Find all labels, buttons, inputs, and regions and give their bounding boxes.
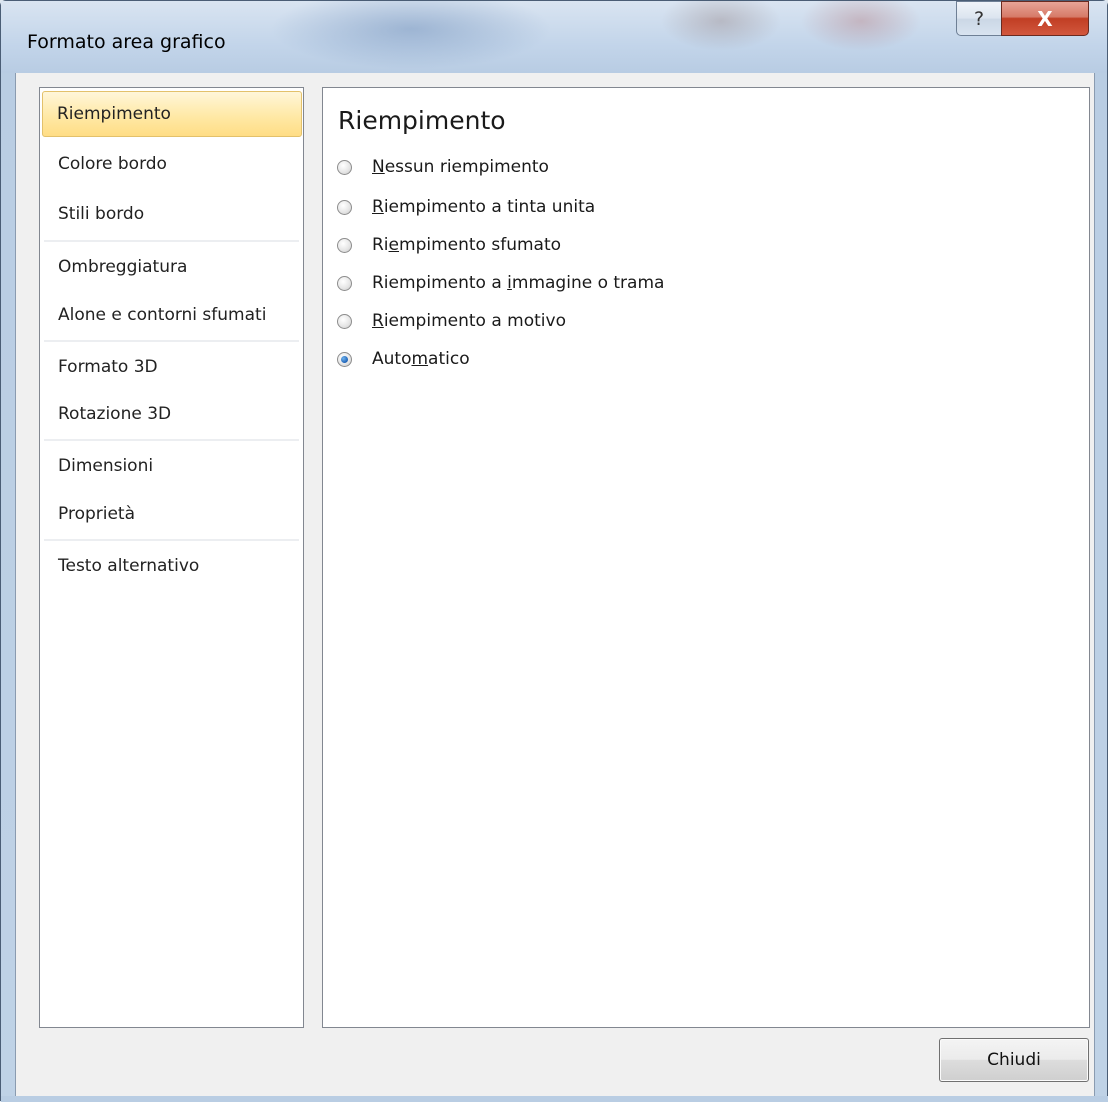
fill-option-gradient[interactable]: Riempimento sfumato [337,230,561,260]
fill-option-picture[interactable]: Riempimento a immagine o trama [337,268,664,298]
category-label: Stili bordo [58,204,145,224]
close-dialog-button[interactable]: Chiudi [939,1038,1089,1082]
category-divider [44,439,299,441]
fill-option-solid[interactable]: Riempimento a tinta unita [337,192,595,222]
category-item-formato-3d[interactable]: Formato 3D [44,344,301,390]
help-button[interactable]: ? [956,1,1002,36]
close-icon: X [1037,6,1053,31]
option-label: Automatico [372,349,470,369]
title-bar[interactable]: Formato area grafico ? X [1,1,1107,73]
fill-option-none[interactable]: Nessun riempimento [337,152,549,182]
category-item-ombreggiatura[interactable]: Ombreggiatura [44,244,301,290]
category-item-dimensioni[interactable]: Dimensioni [44,443,301,489]
category-label: Dimensioni [58,456,154,476]
help-icon: ? [973,7,985,30]
window-title: Formato area grafico [27,31,226,53]
category-label: Proprietà [58,504,136,524]
category-divider [44,539,299,541]
option-label: Riempimento a tinta unita [372,197,596,217]
category-label: Alone e contorni sfumati [58,305,267,325]
option-label: Riempimento sfumato [372,235,562,255]
category-label: Riempimento [57,104,171,124]
category-divider [44,240,299,242]
radio-button[interactable] [337,159,352,175]
category-label: Colore bordo [58,154,167,174]
fill-option-automatic[interactable]: Automatico [337,344,470,374]
window-bottom-edge [1,1096,1108,1102]
option-label: Riempimento a motivo [372,311,566,331]
category-item-riempimento[interactable]: Riempimento [42,91,302,137]
fill-option-pattern[interactable]: Riempimento a motivo [337,306,566,336]
window-close-button[interactable]: X [1001,1,1089,36]
radio-button[interactable] [337,199,352,215]
category-item-rotazione-3d[interactable]: Rotazione 3D [44,391,301,437]
category-list: Riempimento Colore bordo Stili bordo Omb… [39,87,304,1028]
panel-title: Riempimento [338,106,506,135]
category-label: Testo alternativo [58,556,200,576]
option-label: Nessun riempimento [372,157,549,177]
option-label: Riempimento a immagine o trama [372,273,665,293]
category-item-testo-alternativo[interactable]: Testo alternativo [44,543,301,589]
category-item-stili-bordo[interactable]: Stili bordo [44,191,301,237]
category-label: Ombreggiatura [58,257,188,277]
fill-options-panel: Riempimento Nessun riempimento Riempimen… [322,87,1090,1028]
category-label: Formato 3D [58,357,158,377]
radio-button[interactable] [337,351,352,367]
radio-button[interactable] [337,237,352,253]
category-item-colore-bordo[interactable]: Colore bordo [44,141,301,187]
dialog-window: Formato area grafico ? X Riempimento Col… [0,0,1108,1102]
category-divider [44,340,299,342]
radio-button[interactable] [337,313,352,329]
radio-button[interactable] [337,275,352,291]
category-item-alone-contorni[interactable]: Alone e contorni sfumati [44,292,301,338]
category-label: Rotazione 3D [58,404,172,424]
category-item-proprieta[interactable]: Proprietà [44,491,301,537]
